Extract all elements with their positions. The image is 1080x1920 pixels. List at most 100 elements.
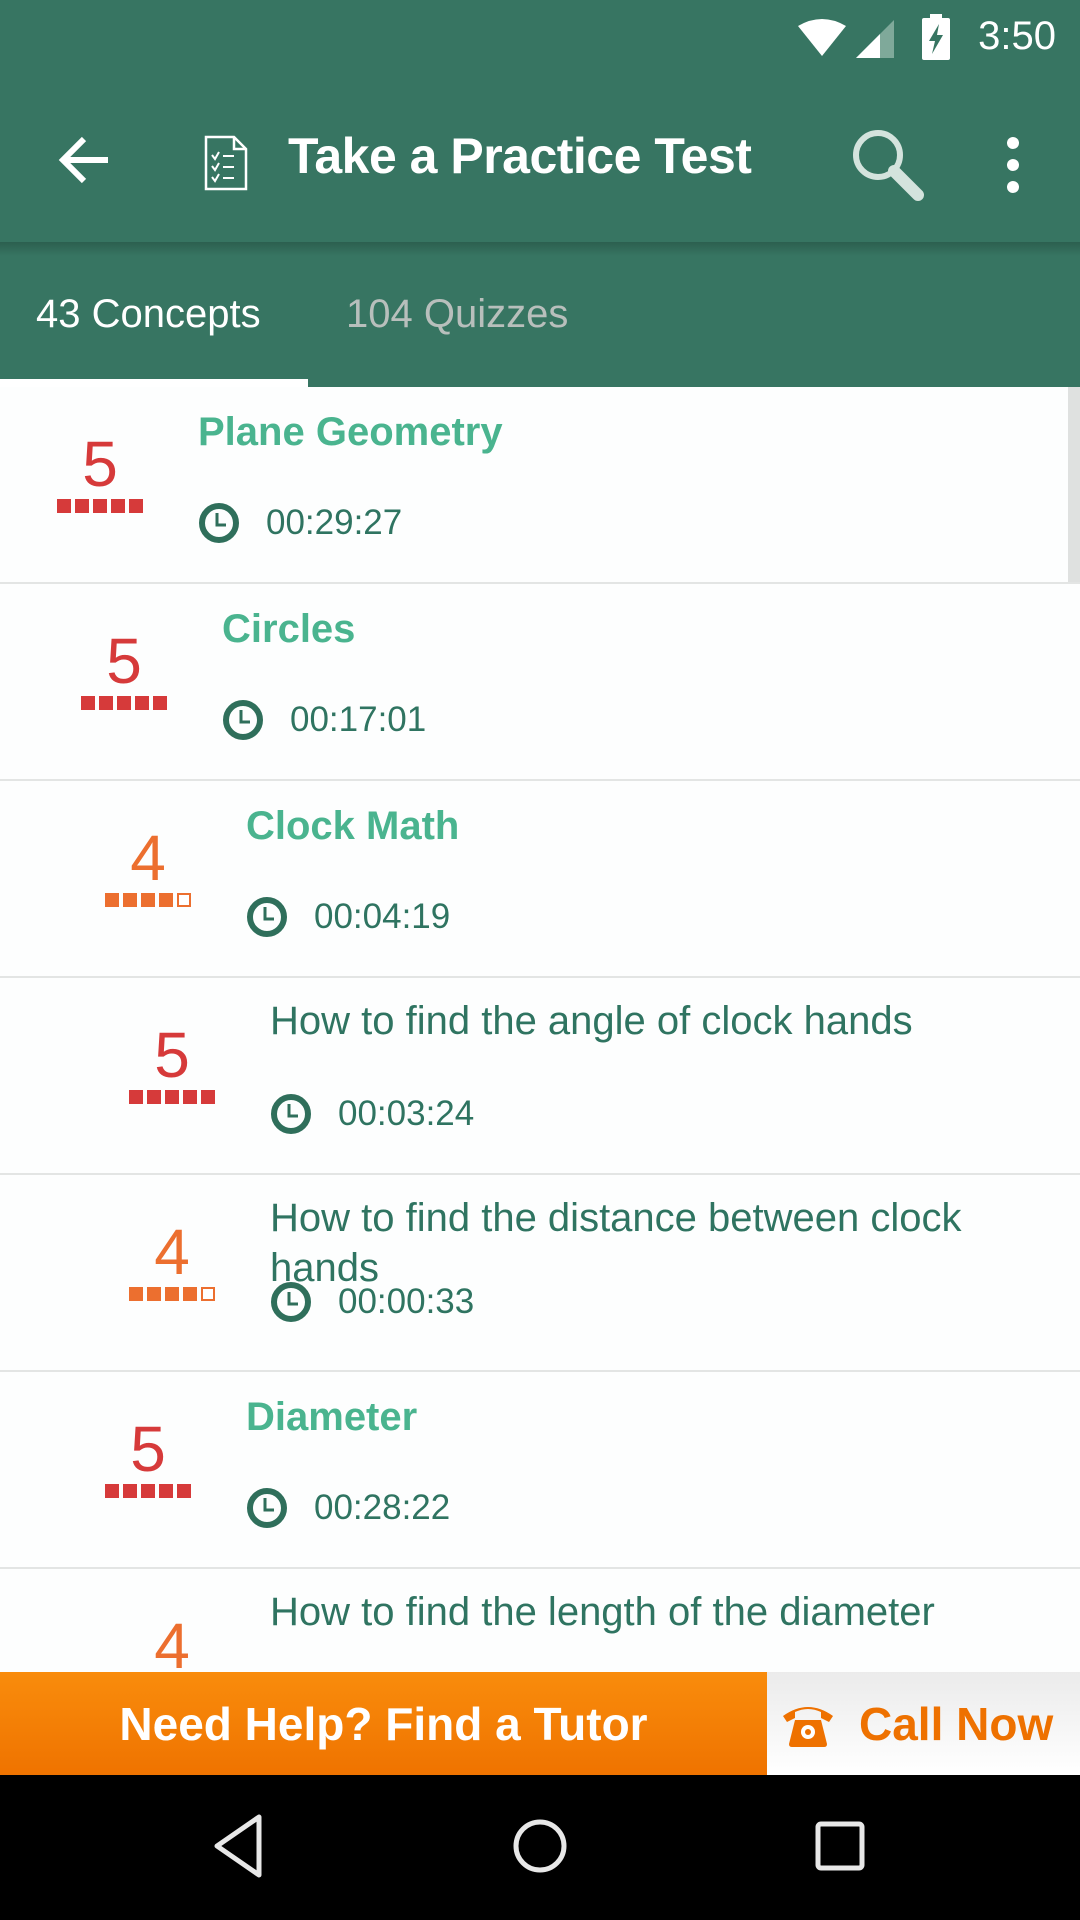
rating-square-empty: [177, 893, 191, 907]
search-icon: [853, 130, 924, 201]
rating-number: 4: [154, 1610, 190, 1672]
checklist-document-icon: [204, 135, 248, 191]
rating-square-filled: [147, 1090, 161, 1104]
rating-badge: 5: [122, 1019, 222, 1104]
rating-square-filled: [75, 499, 89, 513]
rating-number: 5: [154, 1019, 190, 1091]
wifi-icon: [798, 19, 846, 56]
rating-badge: 4: [122, 1220, 222, 1301]
clock-icon: [247, 897, 287, 937]
item-duration: 00:00:33: [270, 1281, 474, 1323]
concept-list[interactable]: 5 Plane Geometry 00:29:27 5 Circles 00:17:01 4…: [0, 387, 1080, 1672]
duration-text: 00:03:24: [338, 1094, 475, 1133]
rating-square-filled: [117, 696, 131, 710]
status-time: 3:50: [978, 14, 1056, 58]
item-title: How to find the distance between clock h…: [270, 1196, 962, 1290]
list-item[interactable]: 5 How to find the angle of clock hands 00:…: [0, 978, 1080, 1175]
list-item[interactable]: 4 How to find the length of the diameter: [0, 1569, 1080, 1672]
rating-square-filled: [147, 1287, 161, 1301]
list-item[interactable]: 5 Diameter 00:28:22: [0, 1372, 1080, 1569]
rating-square-filled: [141, 893, 155, 907]
more-options-button[interactable]: [990, 125, 1036, 205]
clock-icon: [223, 700, 263, 740]
item-duration: 00:29:27: [198, 502, 402, 544]
app-header: 3:50 Take a Practice Test: [0, 0, 1080, 242]
tab-indicator: [0, 379, 308, 387]
search-button[interactable]: [848, 125, 928, 205]
rating-square-filled: [105, 1484, 119, 1498]
signal-icon: [856, 20, 894, 58]
tab-quizzes[interactable]: 104 Quizzes: [346, 292, 568, 337]
clock-icon: [271, 1094, 311, 1134]
rating-square-filled: [165, 1090, 179, 1104]
duration-text: 00:04:19: [314, 897, 451, 936]
rating-number: 5: [130, 1413, 166, 1485]
nav-recents-icon[interactable]: [805, 1811, 875, 1881]
rating-bars: [50, 499, 150, 513]
more-vert-icon: [1007, 137, 1019, 193]
item-title: How to find the length of the diameter: [270, 1590, 935, 1634]
item-title: Diameter: [246, 1395, 418, 1439]
item-title: How to find the angle of clock hands: [270, 999, 913, 1043]
duration-text: 00:17:01: [290, 700, 427, 739]
app-bar: Take a Practice Test: [0, 75, 1080, 242]
rating-square-filled: [57, 499, 71, 513]
find-tutor-button[interactable]: Need Help? Find a Tutor: [0, 1672, 767, 1775]
item-title: Clock Math: [246, 804, 460, 848]
rating-square-filled: [123, 1484, 137, 1498]
rating-badge: 4: [122, 1610, 222, 1672]
item-duration: 00:03:24: [270, 1093, 474, 1135]
list-item[interactable]: 5 Plane Geometry 00:29:27: [0, 387, 1080, 584]
item-title: Circles: [222, 607, 356, 651]
rating-square-filled: [111, 499, 125, 513]
tab-bar: 43 Concepts 104 Quizzes: [0, 242, 1080, 387]
rating-bars: [122, 1090, 222, 1104]
page-title: Take a Practice Test: [288, 128, 752, 184]
rating-square-filled: [129, 499, 143, 513]
nav-back-icon[interactable]: [205, 1811, 275, 1881]
rating-number: 5: [82, 428, 118, 500]
rating-square-filled: [123, 893, 137, 907]
rating-square-filled: [183, 1090, 197, 1104]
back-button[interactable]: [40, 125, 130, 195]
duration-text: 00:29:27: [266, 503, 403, 542]
rating-bars: [98, 1484, 198, 1498]
system-nav-bar: [0, 1775, 1080, 1920]
call-now-label: Call Now: [859, 1697, 1054, 1750]
nav-home-icon[interactable]: [505, 1811, 575, 1881]
rating-square-filled: [129, 1287, 143, 1301]
rating-bars: [98, 893, 198, 907]
back-arrow-icon: [58, 136, 108, 184]
scrollbar[interactable]: [1068, 387, 1080, 582]
rating-square-filled: [159, 1484, 173, 1498]
rating-square-filled: [201, 1090, 215, 1104]
rating-badge: 5: [50, 428, 150, 513]
clock-icon: [247, 1488, 287, 1528]
list-item[interactable]: 4 How to find the distance between clock …: [0, 1175, 1080, 1372]
rating-square-filled: [165, 1287, 179, 1301]
tutor-banner: Need Help? Find a Tutor Call Now: [0, 1672, 1080, 1775]
rating-square-filled: [81, 696, 95, 710]
rating-badge: 5: [98, 1413, 198, 1498]
rating-square-filled: [135, 696, 149, 710]
clock-icon: [271, 1282, 311, 1322]
rating-bars: [122, 1287, 222, 1301]
clock-icon: [199, 503, 239, 543]
rating-number: 4: [130, 822, 166, 894]
status-bar: 3:50: [0, 0, 1080, 75]
rating-square-filled: [105, 893, 119, 907]
find-tutor-label: Need Help? Find a Tutor: [119, 1697, 648, 1750]
item-duration: 00:04:19: [246, 896, 450, 938]
rating-bars: [74, 696, 174, 710]
call-now-button[interactable]: Call Now: [767, 1672, 1080, 1775]
duration-text: 00:28:22: [314, 1488, 451, 1527]
list-item[interactable]: 5 Circles 00:17:01: [0, 584, 1080, 781]
rating-square-empty: [201, 1287, 215, 1301]
rating-square-filled: [99, 696, 113, 710]
list-item[interactable]: 4 Clock Math 00:04:19: [0, 781, 1080, 978]
item-duration: 00:28:22: [246, 1487, 450, 1529]
rating-square-filled: [153, 696, 167, 710]
rating-square-filled: [159, 893, 173, 907]
rating-square-filled: [177, 1484, 191, 1498]
tab-concepts[interactable]: 43 Concepts: [36, 292, 261, 337]
